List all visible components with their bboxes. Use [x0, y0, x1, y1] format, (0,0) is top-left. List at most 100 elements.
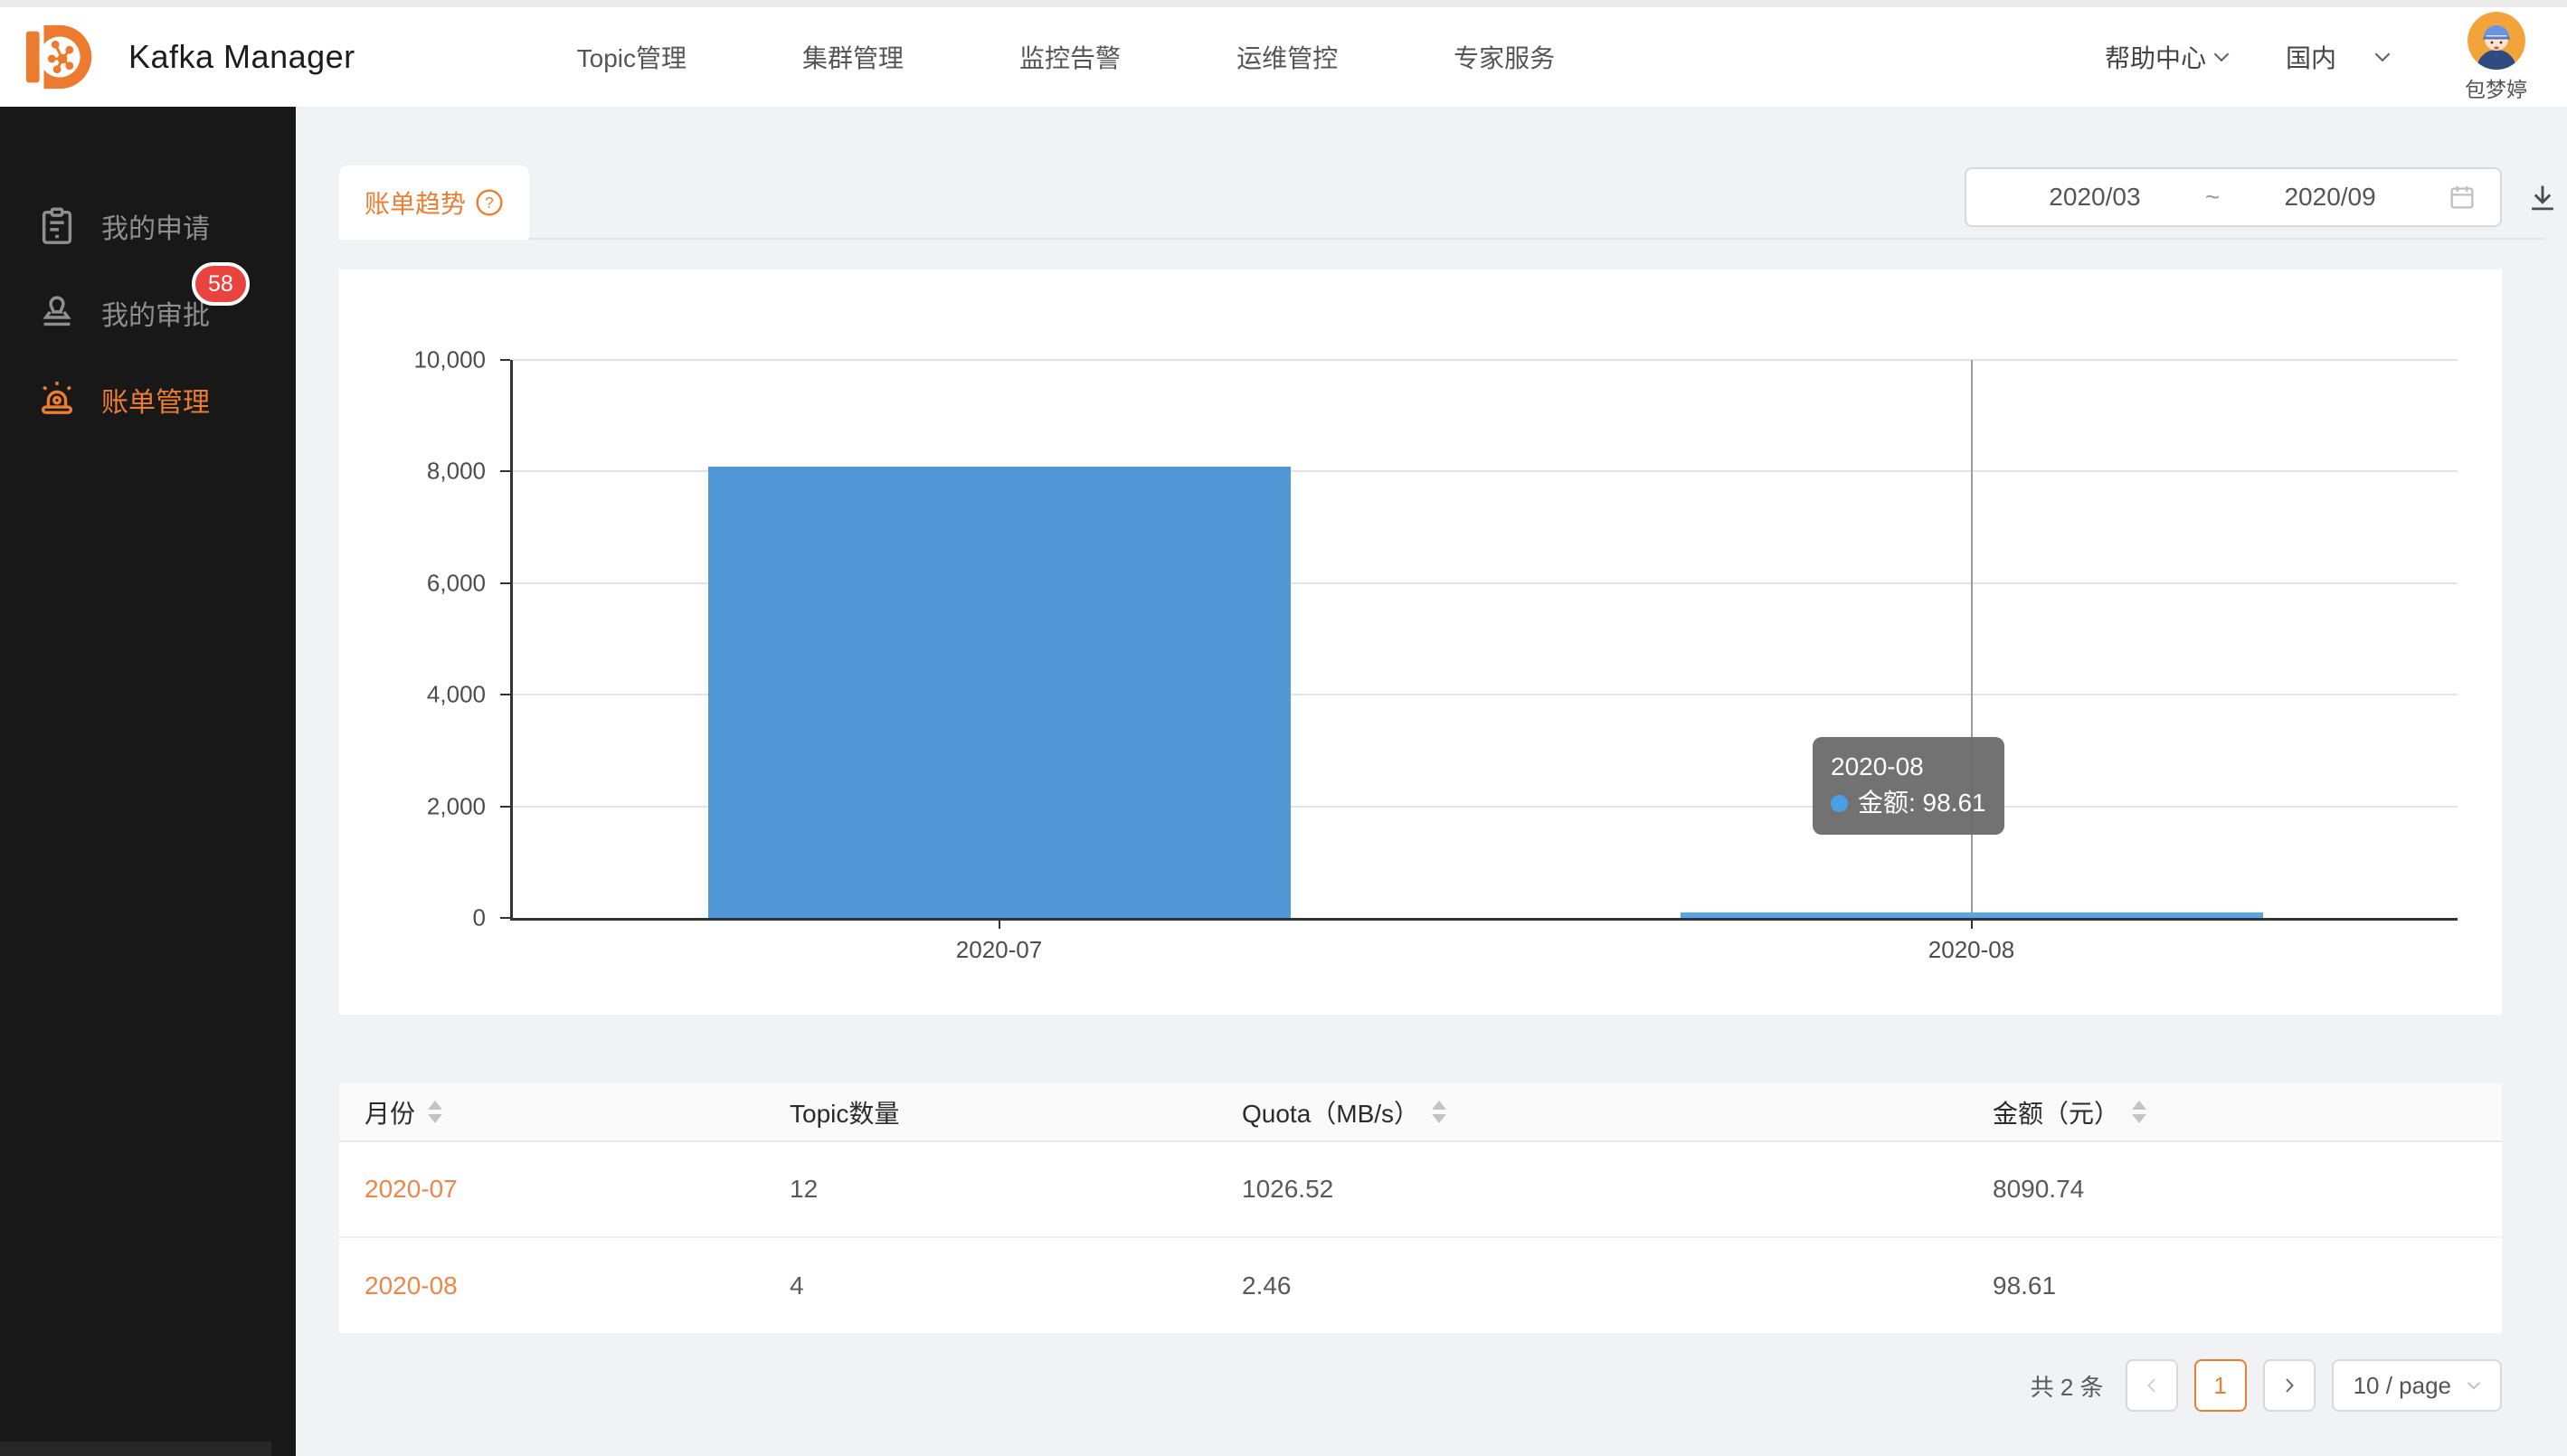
user-menu[interactable]: 包梦婷: [2465, 12, 2527, 103]
cell-topics: 4: [764, 1237, 1217, 1333]
top-nav-item[interactable]: 专家服务: [1454, 39, 1555, 75]
sort-carets-icon[interactable]: [1432, 1101, 1446, 1123]
caret-up-icon: [2132, 1101, 2146, 1110]
sidebar-item-my-approvals[interactable]: 我的审批58: [0, 288, 296, 338]
cell-quota: 2.46: [1217, 1237, 1967, 1333]
billing-trend-chart: 02,0004,0006,0008,00010,0002020-072020-0…: [513, 360, 2458, 918]
column-header-inner: Topic数量: [790, 1094, 899, 1130]
sidebar-item-my-applications[interactable]: 我的申请: [0, 201, 296, 251]
y-tick: [500, 470, 510, 472]
help-center-label: 帮助中心: [2105, 39, 2206, 75]
y-tick: [500, 694, 510, 695]
app-logo-icon: [24, 18, 101, 96]
chevron-down-icon: [2371, 45, 2394, 69]
x-tick: [1971, 918, 1973, 929]
y-tick-label: 4,000: [332, 681, 486, 709]
top-nav-item[interactable]: 集群管理: [802, 39, 904, 75]
caret-down-icon: [2132, 1114, 2146, 1123]
header-right: 帮助中心 国内 包梦婷: [2105, 12, 2567, 103]
date-range-start[interactable]: 2020/03: [1990, 183, 2200, 212]
column-header-topics: Topic数量: [764, 1083, 1217, 1141]
x-tick: [999, 918, 1000, 929]
column-header-label: Topic数量: [790, 1094, 899, 1130]
y-tick: [500, 359, 510, 361]
column-header-inner[interactable]: Quota（MB/s）: [1242, 1094, 1446, 1130]
pagination-page-1-button[interactable]: 1: [2194, 1359, 2247, 1412]
top-nav-item[interactable]: 运维管控: [1236, 39, 1338, 75]
sidebar-collapse-trigger[interactable]: [0, 1442, 271, 1456]
pagination-next-button[interactable]: [2263, 1359, 2316, 1412]
page-size-select[interactable]: 10 / page: [2332, 1359, 2502, 1412]
top-nav: Topic管理 集群管理 监控告警 运维管控 专家服务: [577, 39, 1555, 75]
table-row: 2020-07 121026.528090.74: [339, 1141, 2502, 1237]
calendar-icon: [2448, 183, 2477, 212]
top-nav-item[interactable]: Topic管理: [577, 39, 687, 75]
help-center-menu[interactable]: 帮助中心: [2105, 39, 2233, 75]
region-select[interactable]: 国内: [2286, 39, 2394, 75]
chart-bar-2020-07[interactable]: [708, 467, 1291, 918]
table-row: 2020-08 42.4698.61: [339, 1237, 2502, 1333]
cell-topics: 12: [764, 1141, 1217, 1237]
date-range-picker[interactable]: 2020/03 ~ 2020/09: [1965, 167, 2502, 227]
chevron-down-icon: [2464, 1376, 2484, 1395]
chart-tooltip-value: 金额: 98.61: [1858, 785, 1986, 821]
y-tick: [500, 582, 510, 584]
sort-carets-icon[interactable]: [428, 1101, 442, 1123]
sidebar-item-bill-management[interactable]: 账单管理: [0, 374, 296, 425]
date-range-separator: ~: [2200, 183, 2225, 212]
chart-tooltip: 2020-08 金额: 98.61: [1813, 737, 2004, 835]
caret-down-icon: [1432, 1114, 1446, 1123]
y-tick-label: 0: [332, 904, 486, 932]
download-icon[interactable]: [2525, 181, 2560, 215]
y-tick: [500, 806, 510, 808]
chart-bar-2020-08[interactable]: [1681, 912, 2263, 918]
cell-amount: 8090.74: [1967, 1141, 2502, 1237]
table-header-row: 月份 Topic数量 Quota（MB/s） 金额（元）: [339, 1083, 2502, 1141]
siren-icon: [36, 379, 78, 421]
x-tick-label: 2020-07: [864, 936, 1135, 964]
column-header-inner[interactable]: 月份: [365, 1094, 442, 1130]
svg-text:?: ?: [485, 194, 494, 212]
avatar: [2468, 12, 2525, 70]
tab-bill-trend[interactable]: 账单趋势 ?: [339, 165, 529, 240]
column-header-label: 金额（元）: [1993, 1094, 2119, 1130]
page-size-label: 10 / page: [2354, 1372, 2451, 1400]
question-circle-icon[interactable]: ?: [475, 188, 504, 217]
billing-table-card: 月份 Topic数量 Quota（MB/s） 金额（元） 2020-07 121026.…: [339, 1083, 2502, 1333]
cell-quota: 1026.52: [1217, 1141, 1967, 1237]
user-name: 包梦婷: [2465, 72, 2527, 103]
tab-bill-trend-label: 账单趋势: [365, 184, 466, 221]
column-header-inner[interactable]: 金额（元）: [1993, 1094, 2146, 1130]
sort-carets-icon[interactable]: [2132, 1101, 2146, 1123]
y-tick-label: 10,000: [332, 346, 486, 374]
top-nav-item[interactable]: 监控告警: [1019, 39, 1121, 75]
pagination: 共 2 条 1 10 / page: [2031, 1358, 2502, 1413]
chevron-down-icon: [2210, 45, 2233, 69]
column-header-label: Quota（MB/s）: [1242, 1094, 1419, 1130]
pagination-prev-button[interactable]: [2126, 1359, 2178, 1412]
month-link[interactable]: 2020-07: [365, 1175, 458, 1203]
caret-up-icon: [428, 1101, 442, 1110]
app-title: Kafka Manager: [128, 38, 355, 76]
y-tick-label: 8,000: [332, 458, 486, 486]
cell-month: 2020-08: [339, 1237, 764, 1333]
cell-month: 2020-07: [339, 1141, 764, 1237]
chevron-left-icon: [2141, 1375, 2163, 1396]
billing-trend-chart-card: 02,0004,0006,0008,00010,0002020-072020-0…: [339, 269, 2502, 1015]
column-header-quota: Quota（MB/s）: [1217, 1083, 1967, 1141]
y-tick: [500, 917, 510, 919]
column-header-label: 月份: [365, 1094, 415, 1130]
month-link[interactable]: 2020-08: [365, 1272, 458, 1300]
caret-up-icon: [1432, 1101, 1446, 1110]
cell-amount: 98.61: [1967, 1237, 2502, 1333]
gridline: [513, 359, 2458, 361]
stamp-icon: [36, 292, 78, 334]
date-range-end[interactable]: 2020/09: [2225, 183, 2435, 212]
chevron-right-icon: [2278, 1375, 2300, 1396]
caret-down-icon: [428, 1114, 442, 1123]
series-dot-icon: [1831, 795, 1848, 812]
chart-tooltip-title: 2020-08: [1831, 749, 1986, 785]
y-tick-label: 6,000: [332, 569, 486, 597]
region-label: 国内: [2286, 39, 2336, 75]
y-axis: [510, 360, 513, 921]
